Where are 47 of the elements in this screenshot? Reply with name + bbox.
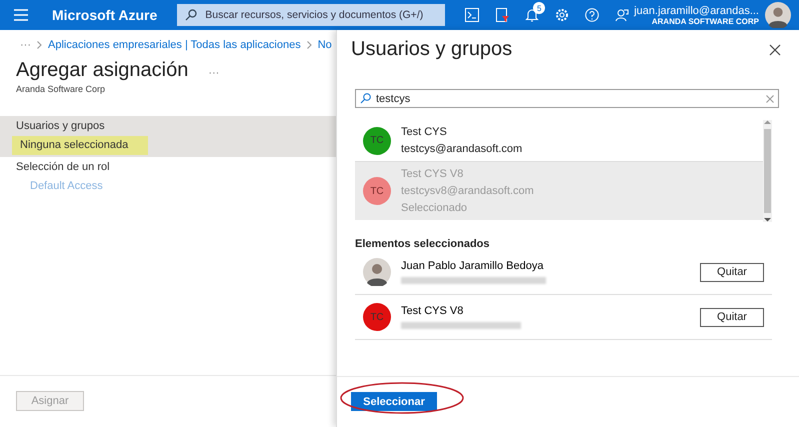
initials-avatar: TC: [363, 303, 391, 331]
field-label: Selección de un rol: [16, 160, 110, 174]
page-title: Agregar asignación: [16, 59, 188, 82]
person-avatar-icon: [765, 2, 791, 28]
user-name: Test CYS V8: [401, 168, 464, 180]
remove-button[interactable]: Quitar: [700, 308, 764, 326]
breadcrumb-link[interactable]: Aplicaciones empresariales | Todas las aplicaciones: [48, 39, 301, 51]
page-subtitle: Aranda Software Corp: [15, 83, 106, 94]
section-heading: Elementos seleccionados: [355, 238, 490, 250]
notification-count: 5: [533, 2, 546, 14]
search-icon: [185, 9, 198, 21]
chevron-icon: [306, 41, 312, 49]
scroll-down-icon[interactable]: [764, 217, 771, 222]
user-email: testcys@arandasoft.com: [401, 143, 522, 155]
status-text: Seleccionado: [401, 202, 468, 214]
close-icon[interactable]: [769, 44, 781, 56]
result-item[interactable]: TC Test CYS V8 testcysv8@arandasoft.com Seleccionado: [355, 161, 763, 220]
chevron-icon: [37, 41, 42, 49]
select-button[interactable]: Seleccionar: [351, 392, 437, 411]
panel-title: Usuarios y grupos: [351, 38, 512, 61]
search-field[interactable]: testcys: [355, 89, 779, 108]
initials-avatar: TC: [363, 177, 391, 205]
user-name: Test CYS: [401, 126, 448, 138]
field-label: Usuarios y grupos: [16, 119, 105, 133]
breadcrumb-link[interactable]: No: [318, 39, 332, 51]
search-icon: [360, 93, 371, 104]
search-field[interactable]: Buscar recursos, servicios y documentos (G+/): [177, 4, 446, 26]
user-email: testcysv8@arandasoft.com: [401, 185, 534, 197]
breadcrumb-overflow[interactable]: ···: [20, 39, 31, 51]
more-options[interactable]: ···: [208, 67, 220, 79]
bell-icon: [525, 8, 540, 22]
clear-icon[interactable]: [766, 94, 774, 102]
filter-book-icon[interactable]: [493, 6, 512, 24]
remove-button[interactable]: Quitar: [700, 262, 764, 282]
menu-icon[interactable]: [12, 7, 30, 23]
person-avatar-icon: [363, 258, 391, 286]
initials-avatar: TC: [363, 126, 391, 154]
field-value-link[interactable]: Ninguna seleccionada: [12, 136, 148, 155]
user-name: Juan Pablo Jaramillo Bedoya: [401, 260, 544, 272]
help-icon[interactable]: [583, 6, 602, 24]
brand-name: Microsoft Azure: [52, 7, 158, 23]
organization-name: ARANDA SOFTWARE CORP: [652, 16, 759, 26]
account-name[interactable]: juan.jaramillo@arandas...: [634, 4, 759, 16]
terminal-icon[interactable]: [463, 6, 482, 24]
user-name: Test CYS V8: [401, 305, 464, 317]
scrollbar[interactable]: [763, 120, 772, 222]
search-input[interactable]: Buscar recursos, servicios y documentos (G+/): [205, 9, 438, 21]
